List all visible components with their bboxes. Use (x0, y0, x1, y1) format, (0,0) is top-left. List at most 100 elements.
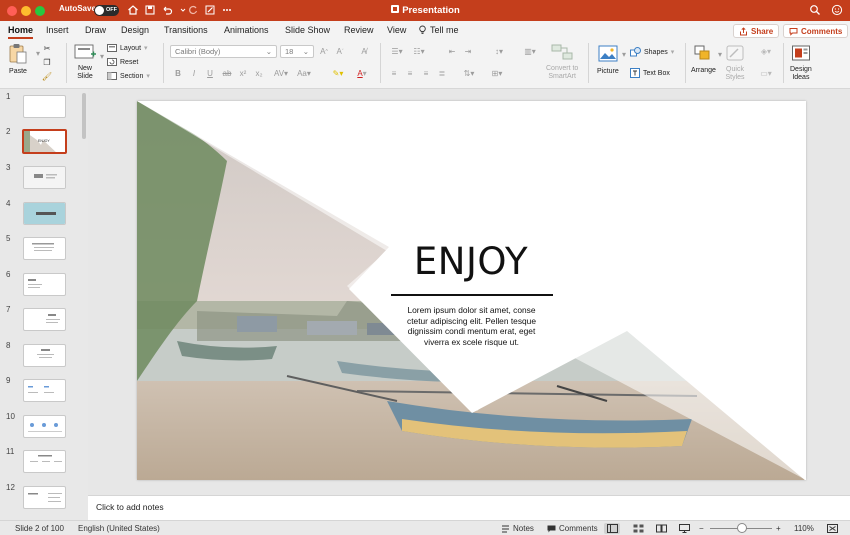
search-icon[interactable] (808, 3, 822, 17)
notes-pane[interactable]: Click to add notes (88, 495, 850, 520)
change-case-icon[interactable]: Aa▾ (294, 68, 314, 79)
slide-thumbnail-image (23, 166, 66, 189)
reading-view-button[interactable] (653, 523, 669, 534)
zoom-slider-handle[interactable] (737, 523, 748, 533)
highlight-color-icon[interactable]: ✎▾ (328, 68, 348, 79)
slide-thumbnail[interactable]: 12 (0, 483, 88, 513)
subscript-icon[interactable]: x₂ (253, 68, 265, 79)
comments-toggle-button[interactable]: Comments (547, 524, 598, 533)
strikethrough-icon[interactable]: ab (221, 68, 233, 79)
bold-icon[interactable]: B (172, 68, 184, 79)
slide-thumbnail[interactable]: 1 (0, 92, 88, 122)
tab-animations[interactable]: Animations (224, 25, 269, 35)
zoom-out-button[interactable]: − (699, 524, 704, 533)
reset-button[interactable]: Reset (107, 58, 138, 66)
notes-toggle-button[interactable]: Notes (501, 524, 534, 533)
design-ideas-button[interactable]: Design Ideas (790, 44, 812, 82)
zoom-in-button[interactable]: + (776, 524, 781, 533)
slide-title[interactable]: ENJOY (391, 240, 551, 283)
new-slide-button[interactable]: New Slide (74, 43, 96, 81)
section-button[interactable]: Section ▾ (107, 72, 150, 80)
notes-label: Notes (513, 524, 534, 533)
thumbnail-scrollbar[interactable] (82, 93, 86, 139)
columns-icon[interactable]: ▥▾ (521, 46, 539, 57)
align-text-icon[interactable]: ⊞▾ (488, 68, 506, 79)
slide-thumbnail[interactable]: 6 (0, 270, 88, 300)
slide-number: 3 (6, 163, 11, 172)
shapes-button[interactable]: Shapes ▾ (630, 47, 674, 57)
slide-thumbnail[interactable]: 3 (0, 163, 88, 193)
arrange-button[interactable]: Arrange (691, 44, 716, 75)
slide-body-text[interactable]: Lorem ipsum dolor sit amet, conse ctetur… (399, 305, 544, 347)
tab-review[interactable]: Review (344, 25, 374, 35)
current-slide[interactable]: ENJOY Lorem ipsum dolor sit amet, conse … (137, 101, 806, 480)
picture-dropdown-icon[interactable]: ▾ (618, 49, 630, 60)
zoom-level[interactable]: 110% (794, 524, 814, 533)
slideshow-view-button[interactable] (676, 523, 692, 534)
new-slide-label-2: Slide (77, 73, 93, 80)
slide-thumbnail[interactable]: 9 (0, 376, 88, 406)
align-center-icon[interactable]: ≡ (404, 68, 416, 79)
layout-button[interactable]: Layout ▾ (107, 44, 148, 52)
arrange-label: Arrange (691, 67, 716, 74)
convert-to-smartart-button[interactable]: Convert to SmartArt (546, 43, 578, 81)
bullets-icon[interactable]: ☰▾ (388, 46, 406, 57)
tab-insert[interactable]: Insert (46, 25, 69, 35)
slide-thumbnail[interactable]: 8 (0, 341, 88, 371)
underline-icon[interactable]: U (204, 68, 216, 79)
line-spacing-icon[interactable]: ↕▾ (490, 46, 508, 57)
slide-thumbnail[interactable]: 2 ENJOY (0, 127, 88, 157)
slide-thumbnail[interactable]: 7 (0, 305, 88, 335)
quick-styles-icon (726, 45, 744, 61)
slide-thumbnail[interactable]: 11 (0, 447, 88, 477)
cut-icon[interactable]: ✂ (41, 43, 53, 54)
justify-icon[interactable]: ≣ (436, 68, 448, 79)
increase-indent-icon[interactable]: ⇥ (462, 46, 474, 57)
shape-fill-icon[interactable]: ◈▾ (757, 46, 775, 57)
tab-home[interactable]: Home (8, 25, 34, 39)
decrease-indent-icon[interactable]: ⇤ (446, 46, 458, 57)
copy-icon[interactable]: ❐ (41, 57, 53, 68)
smiley-feedback-icon[interactable] (830, 3, 844, 17)
decrease-font-size-icon[interactable]: Aˇ (334, 46, 346, 57)
normal-view-button[interactable] (604, 523, 620, 534)
font-size-select[interactable]: 18 ⌄ (280, 45, 314, 58)
tab-draw[interactable]: Draw (85, 25, 106, 35)
comments-button[interactable]: Comments (783, 24, 849, 38)
picture-button[interactable]: Picture (597, 45, 619, 76)
clear-formatting-icon[interactable]: A̸ (358, 46, 370, 57)
character-spacing-icon[interactable]: AV▾ (271, 68, 291, 79)
text-direction-icon[interactable]: ⇅▾ (460, 68, 478, 79)
fit-to-window-button[interactable] (824, 523, 840, 534)
italic-icon[interactable]: I (188, 68, 200, 79)
slide-thumbnail[interactable]: 4 (0, 199, 88, 229)
tab-view[interactable]: View (387, 25, 406, 35)
tab-slide-show[interactable]: Slide Show (285, 25, 330, 35)
ribbon-separator (588, 43, 589, 83)
superscript-icon[interactable]: x² (237, 68, 249, 79)
align-right-icon[interactable]: ≡ (420, 68, 432, 79)
share-label: Share (751, 26, 774, 36)
shape-outline-icon[interactable]: ▭▾ (757, 68, 775, 79)
paste-button[interactable]: Paste (8, 43, 28, 76)
numbering-icon[interactable]: ☷▾ (410, 46, 428, 57)
slide-thumbnail-pane[interactable]: 1 2 ENJOY 3 4 5 6 7 8 9 10 11 12 (0, 89, 88, 520)
align-left-icon[interactable]: ≡ (388, 68, 400, 79)
increase-font-size-icon[interactable]: A ^ (318, 46, 330, 57)
font-color-icon[interactable]: A ▾ (352, 68, 372, 79)
smartart-icon (551, 44, 573, 60)
tell-me-field[interactable]: Tell me (418, 25, 459, 35)
slide-sorter-button[interactable] (630, 523, 646, 534)
slide-number: 5 (6, 234, 11, 243)
font-name-select[interactable]: Calibri (Body) ⌄ (170, 45, 277, 58)
format-painter-icon[interactable]: 🖌 (41, 71, 53, 82)
text-box-button[interactable]: Text Box (630, 68, 670, 78)
slide-thumbnail[interactable]: 10 (0, 412, 88, 442)
tab-transitions[interactable]: Transitions (164, 25, 208, 35)
slide-thumbnail[interactable]: 5 (0, 234, 88, 264)
share-button[interactable]: Share (733, 24, 780, 38)
tab-design[interactable]: Design (121, 25, 149, 35)
shapes-icon (630, 47, 641, 57)
quick-styles-button[interactable]: Quick Styles (725, 44, 745, 82)
language-indicator[interactable]: English (United States) (78, 524, 160, 533)
